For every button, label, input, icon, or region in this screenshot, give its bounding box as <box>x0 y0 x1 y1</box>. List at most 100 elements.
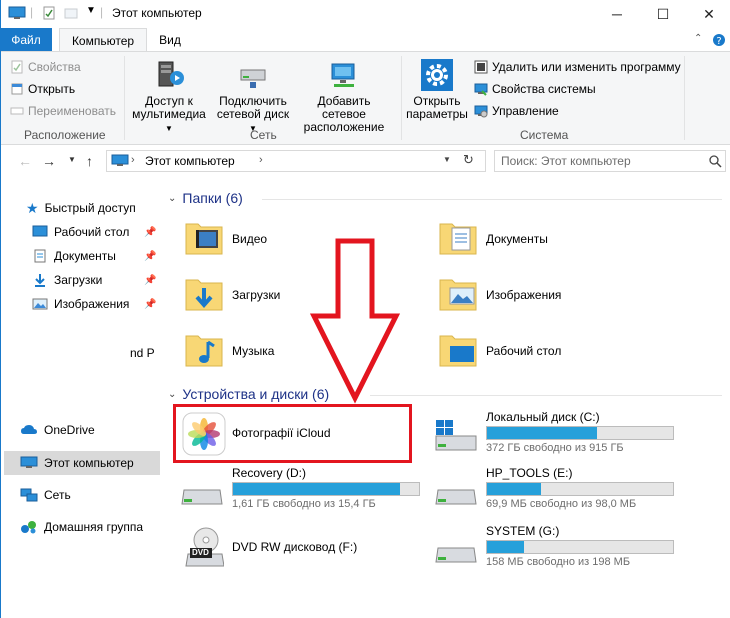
network-drive-icon <box>240 69 266 88</box>
properties-icon[interactable] <box>42 6 56 20</box>
drive-free-space: 372 ГБ свободно из 915 ГБ <box>486 442 624 454</box>
drive-tile-c[interactable]: Локальный диск (C:) 372 ГБ свободно из 9… <box>432 408 682 458</box>
close-button[interactable]: ✕ <box>686 0 730 28</box>
nav-homegroup[interactable]: Домашняя группа <box>20 515 170 539</box>
folders-section-header[interactable]: ⌄ Папки (6) <box>168 190 243 206</box>
star-icon: ★ <box>26 199 39 216</box>
drive-free-space: 69,9 МБ свободно из 98,0 МБ <box>486 498 637 510</box>
window-title: Этот компьютер <box>112 6 202 20</box>
folder-tile-documents[interactable]: Документы <box>436 214 676 264</box>
nav-documents[interactable]: Документы 📌 <box>32 244 157 268</box>
homegroup-icon <box>21 521 36 534</box>
up-arrow-icon[interactable]: ↑ <box>86 153 93 169</box>
system-properties-button[interactable]: Свойства системы <box>474 82 596 96</box>
pictures-folder-icon <box>439 279 477 311</box>
address-dropdown-icon[interactable]: ▼ <box>443 155 451 164</box>
group-separator <box>684 56 685 140</box>
documents-icon <box>34 249 46 263</box>
pin-icon[interactable]: 📌 <box>144 251 156 262</box>
tab-view[interactable]: Вид <box>150 28 190 52</box>
drive-tile-d[interactable]: Recovery (D:) 1,61 ГБ свободно из 15,4 Г… <box>178 464 428 514</box>
rename-icon <box>10 107 24 115</box>
folder-label: Рабочий стол <box>486 344 562 358</box>
windows-drive-icon <box>435 420 477 451</box>
add-network-location-button[interactable]: Добавить сетевое расположение <box>294 58 394 134</box>
pin-icon[interactable]: 📌 <box>144 299 156 310</box>
hard-drive-icon <box>181 489 223 505</box>
this-pc-icon[interactable] <box>8 6 26 20</box>
dvd-badge: DVD <box>192 548 209 557</box>
folder-label: Музыка <box>232 344 275 358</box>
nav-desktop[interactable]: Рабочий стол 📌 <box>32 220 157 244</box>
drive-tile-g[interactable]: SYSTEM (G:) 158 МБ свободно из 198 МБ <box>432 522 682 572</box>
search-box[interactable]: Поиск: Этот компьютер <box>494 150 726 172</box>
pin-icon[interactable]: 📌 <box>144 227 156 238</box>
separator: | <box>100 5 104 19</box>
group-label-system: Система <box>520 128 569 142</box>
tab-file[interactable]: Файл <box>0 28 52 52</box>
drive-usage-bar <box>486 482 674 496</box>
devices-section-header[interactable]: ⌄ Устройства и диски (6) <box>168 386 329 402</box>
rename-button[interactable]: Переименовать <box>10 104 116 118</box>
open-button[interactable]: Открыть <box>10 82 75 96</box>
breadcrumb-separator-icon[interactable]: › <box>259 154 263 166</box>
new-folder-icon[interactable] <box>64 6 78 20</box>
recent-locations-icon[interactable]: ▼ <box>68 155 76 164</box>
open-settings-button[interactable]: Открыть параметры <box>404 58 470 121</box>
minimize-button[interactable]: ─ <box>594 0 640 28</box>
drive-tile-e[interactable]: HP_TOOLS (E:) 69,9 МБ свободно из 98,0 М… <box>432 464 682 514</box>
back-arrow-icon[interactable]: ← <box>18 153 32 169</box>
breadcrumb-this-pc[interactable]: Этот компьютер <box>145 154 235 168</box>
drive-usage-fill <box>487 541 525 553</box>
media-access-button[interactable]: Доступ к мультимедиа ▼ <box>128 58 210 135</box>
drive-tile-f[interactable]: DVD DVD RW дисковод (F:) <box>178 522 428 572</box>
drive-usage-bar <box>486 426 674 440</box>
help-icon[interactable]: ? <box>712 33 726 47</box>
music-folder-icon <box>185 335 223 367</box>
pin-icon[interactable]: 📌 <box>144 275 156 286</box>
drive-usage-fill <box>233 483 401 495</box>
drive-usage-fill <box>487 427 597 439</box>
group-label-network: Сеть <box>250 128 277 142</box>
properties-button[interactable]: Свойства <box>10 60 81 74</box>
forward-arrow-icon[interactable]: → <box>42 153 56 169</box>
navigation-pane: ★ Быстрый доступ Рабочий стол 📌 Документ… <box>0 178 165 618</box>
search-icon[interactable] <box>709 155 722 168</box>
chevron-down-icon[interactable]: ⌄ <box>168 389 176 400</box>
breadcrumb-separator-icon[interactable]: › <box>131 154 135 166</box>
collapse-ribbon-icon[interactable]: ⌃ <box>694 33 702 44</box>
folder-tile-desktop[interactable]: Рабочий стол <box>436 326 676 376</box>
search-input[interactable]: Поиск: Этот компьютер <box>501 154 631 168</box>
group-label-location: Расположение <box>24 128 106 142</box>
section-divider <box>370 395 722 396</box>
nav-downloads[interactable]: Загрузки 📌 <box>32 268 157 292</box>
nav-onedrive[interactable]: OneDrive <box>20 418 160 442</box>
folder-label: Видео <box>232 232 268 246</box>
ribbon: Свойства Открыть Переименовать Расположе… <box>0 51 730 145</box>
drive-usage-bar <box>486 540 674 554</box>
maximize-button[interactable]: ☐ <box>640 0 686 28</box>
gear-icon <box>421 59 453 91</box>
drive-name: SYSTEM (G:) <box>486 524 560 538</box>
hard-drive-icon <box>435 489 477 505</box>
pictures-icon <box>32 298 48 310</box>
refresh-icon[interactable]: ↻ <box>463 152 474 168</box>
nav-network[interactable]: Сеть <box>20 483 160 507</box>
address-bar[interactable]: › Этот компьютер › ▼ ↻ <box>106 150 486 172</box>
nav-this-pc[interactable]: Этот компьютер <box>4 451 160 475</box>
media-server-icon <box>158 61 184 87</box>
tab-computer[interactable]: Компьютер <box>59 28 147 52</box>
map-network-drive-button[interactable]: Подключить сетевой диск ▼ <box>212 58 294 135</box>
download-arrow-icon <box>35 274 45 287</box>
properties-icon <box>11 60 23 74</box>
quick-access-dropdown-icon[interactable]: ▼ <box>86 5 96 16</box>
manage-button[interactable]: Управление <box>474 104 559 118</box>
folder-label: Изображения <box>486 288 562 302</box>
cloud-icon <box>21 425 37 434</box>
hard-drive-icon <box>435 547 477 563</box>
folder-tile-pictures[interactable]: Изображения <box>436 270 676 320</box>
uninstall-program-button[interactable]: Удалить или изменить программу <box>474 60 681 74</box>
chevron-down-icon[interactable]: ⌄ <box>168 193 176 204</box>
nav-pictures[interactable]: Изображения 📌 <box>32 292 157 316</box>
nav-quick-access[interactable]: ★ Быстрый доступ <box>26 196 161 220</box>
